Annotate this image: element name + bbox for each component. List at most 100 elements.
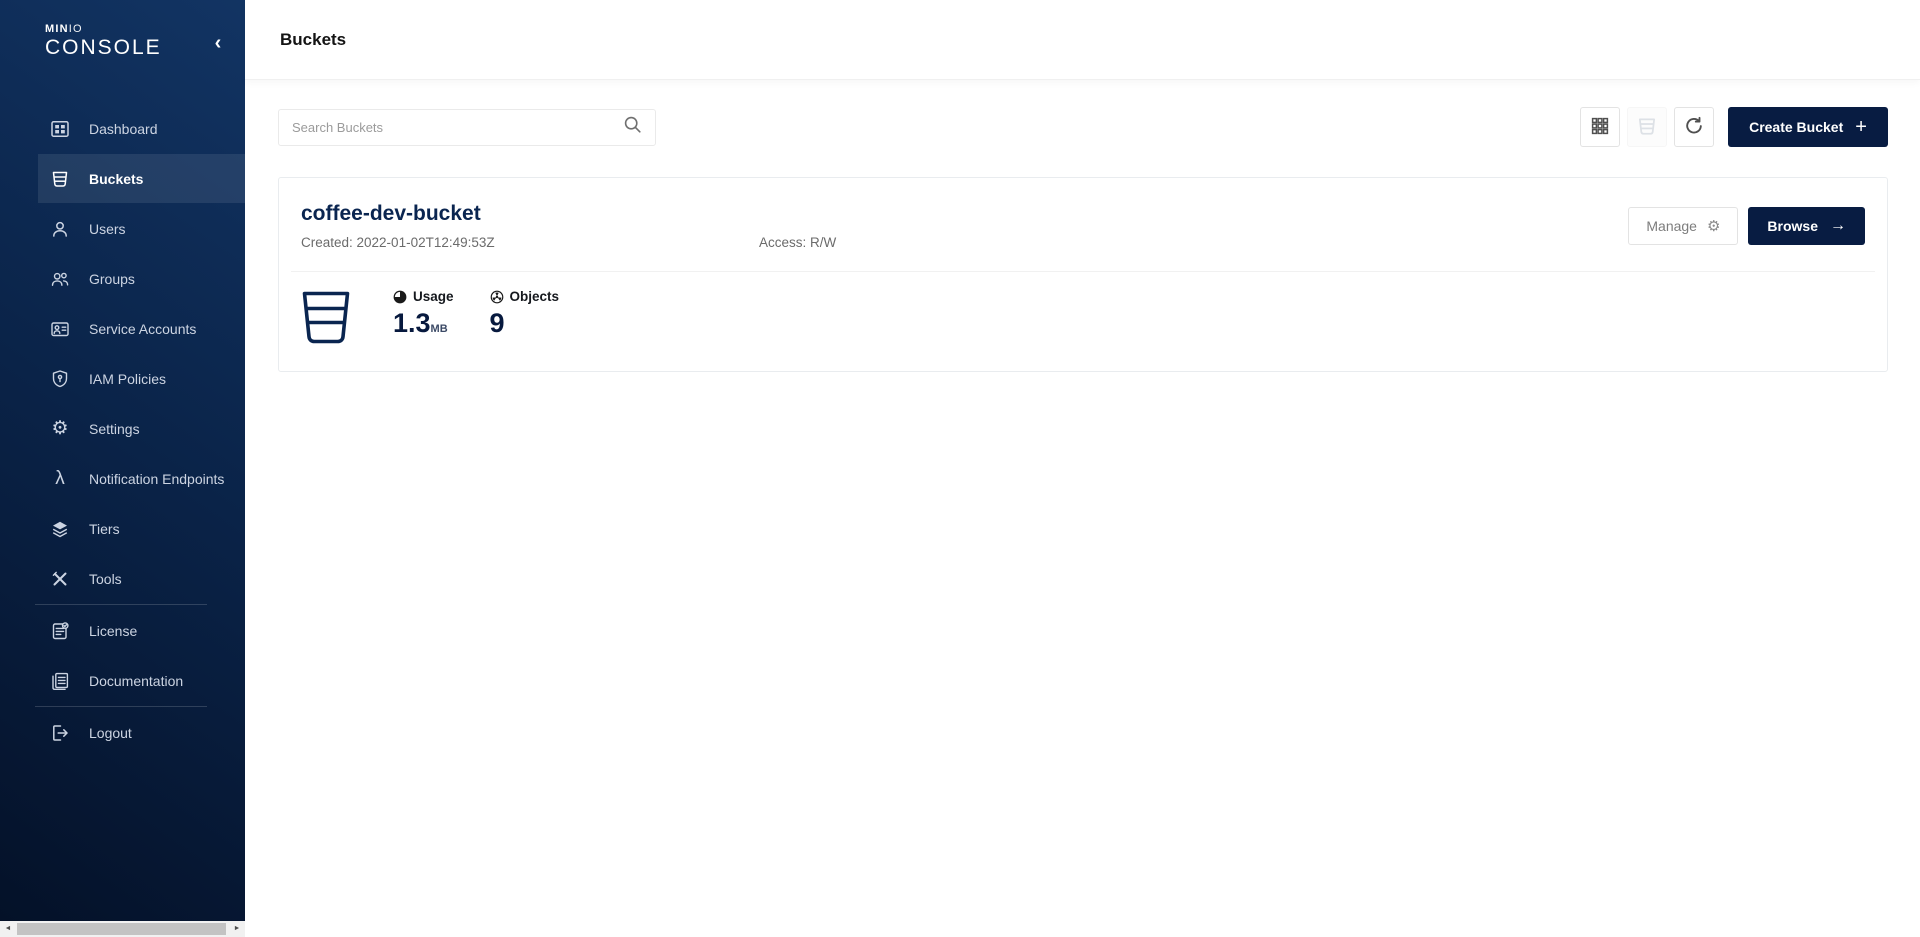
page-header: Buckets	[245, 0, 1920, 80]
manage-button[interactable]: Manage ⚙	[1628, 207, 1738, 245]
view-controls: Create Bucket +	[1580, 107, 1888, 147]
sidebar-item-label: Logout	[89, 725, 132, 741]
sidebar-item-label: Documentation	[89, 673, 183, 689]
sidebar-item-dashboard[interactable]: Dashboard	[38, 104, 245, 153]
shield-icon	[50, 369, 70, 389]
sidebar-item-label: Groups	[89, 271, 135, 287]
sidebar-item-label: Dashboard	[89, 121, 158, 137]
sidebar-item-label: Settings	[89, 421, 140, 437]
sidebar-item-documentation[interactable]: Documentation	[38, 656, 245, 705]
create-bucket-button[interactable]: Create Bucket +	[1728, 107, 1888, 147]
sidebar-item-notification-endpoints[interactable]: λ Notification Endpoints	[38, 454, 245, 503]
tools-icon	[50, 569, 70, 589]
sidebar-item-license[interactable]: License	[38, 606, 245, 655]
search-box[interactable]	[278, 109, 656, 146]
list-view-button[interactable]	[1627, 107, 1667, 147]
scroll-left-arrow-icon[interactable]: ◄	[0, 921, 16, 937]
buckets-icon	[50, 169, 70, 189]
sidebar-collapse-button[interactable]: ‹	[207, 32, 229, 54]
usage-label: Usage	[413, 289, 454, 304]
sidebar-item-label: Notification Endpoints	[89, 471, 224, 487]
book-icon	[50, 671, 70, 691]
bucket-meta: Created: 2022-01-02T12:49:53Z Access: R/…	[301, 235, 1628, 250]
sidebar: MINIO CONSOLE ‹ Dashboard	[0, 0, 245, 921]
bucket-icon	[301, 289, 351, 345]
bucket-access: Access: R/W	[759, 235, 836, 250]
grid-view-icon	[1590, 116, 1610, 139]
scrollbar-track[interactable]	[16, 921, 229, 937]
sidebar-item-label: IAM Policies	[89, 371, 166, 387]
bucket-card: coffee-dev-bucket Created: 2022-01-02T12…	[278, 177, 1888, 372]
refresh-button[interactable]	[1674, 107, 1714, 147]
scrollbar-thumb[interactable]	[17, 923, 226, 935]
plus-icon: +	[1855, 118, 1867, 136]
refresh-icon	[1683, 115, 1705, 140]
bucket-actions: Manage ⚙ Browse →	[1628, 207, 1865, 245]
search-icon	[623, 115, 642, 139]
objects-label: Objects	[510, 289, 560, 304]
chevron-left-icon: ‹	[215, 32, 222, 54]
id-card-icon	[50, 319, 70, 339]
usage-stat: Usage 1.3MB	[393, 289, 454, 344]
objects-label-row: Objects	[490, 289, 560, 304]
sidebar-item-users[interactable]: Users	[38, 204, 245, 253]
create-bucket-label: Create Bucket	[1749, 119, 1843, 135]
manage-label: Manage	[1646, 218, 1697, 234]
layers-icon	[50, 519, 70, 539]
arrow-right-icon: →	[1830, 217, 1846, 235]
gear-icon: ⚙	[1707, 219, 1720, 234]
main-area: Buckets	[245, 0, 1920, 937]
objects-stat: Objects 9	[490, 289, 560, 338]
sidebar-item-label: Service Accounts	[89, 321, 196, 337]
objects-value: 9	[490, 308, 560, 338]
bucket-card-header: coffee-dev-bucket Created: 2022-01-02T12…	[301, 202, 1865, 250]
bucket-list-view-icon	[1636, 115, 1658, 140]
search-input[interactable]	[292, 120, 623, 135]
actions-row: Create Bucket +	[278, 107, 1888, 147]
sidebar-item-label: Tiers	[89, 521, 120, 537]
license-icon	[50, 621, 70, 641]
sidebar-item-groups[interactable]: Groups	[38, 254, 245, 303]
sidebar-divider	[35, 706, 207, 707]
page-title: Buckets	[280, 30, 346, 50]
sidebar-item-label: Users	[89, 221, 126, 237]
minio-console-app: MINIO CONSOLE ‹ Dashboard	[0, 0, 1920, 937]
bucket-info: coffee-dev-bucket Created: 2022-01-02T12…	[301, 202, 1628, 250]
sidebar-item-label: Tools	[89, 571, 122, 587]
sidebar-item-iam-policies[interactable]: IAM Policies	[38, 354, 245, 403]
logout-icon	[50, 723, 70, 743]
sidebar-item-logout[interactable]: Logout	[38, 708, 245, 757]
sidebar-divider	[35, 604, 207, 605]
brand-minio-light: IO	[69, 23, 83, 35]
users-group-icon	[50, 269, 70, 289]
browse-label: Browse	[1767, 218, 1818, 234]
sidebar-item-settings[interactable]: ⚙ Settings	[38, 404, 245, 453]
buckets-content: Create Bucket + coffee-dev-bucket Create…	[245, 80, 1920, 372]
usage-number: 1.3	[393, 308, 431, 338]
bucket-name[interactable]: coffee-dev-bucket	[301, 202, 1628, 226]
sidebar-item-tools[interactable]: Tools	[38, 554, 245, 603]
user-icon	[50, 219, 70, 239]
brand-minio-bold: MIN	[45, 23, 69, 35]
dashboard-icon	[50, 119, 70, 139]
usage-label-row: Usage	[393, 289, 454, 304]
sidebar-nav: Dashboard Buckets	[0, 104, 245, 757]
lambda-icon: λ	[50, 469, 70, 489]
usage-pie-icon	[393, 290, 407, 304]
grid-view-button[interactable]	[1580, 107, 1620, 147]
usage-unit: MB	[431, 323, 448, 335]
sidebar-item-buckets[interactable]: Buckets	[38, 154, 245, 203]
sidebar-horizontal-scrollbar[interactable]: ◄ ►	[0, 921, 245, 937]
scroll-right-arrow-icon[interactable]: ►	[229, 921, 245, 937]
brand-logo: MINIO CONSOLE ‹	[0, 0, 245, 60]
usage-value: 1.3MB	[393, 308, 454, 344]
gear-icon: ⚙	[50, 419, 70, 439]
bucket-stats: Usage 1.3MB	[301, 272, 1865, 345]
sidebar-item-label: Buckets	[89, 171, 143, 187]
browse-button[interactable]: Browse →	[1748, 207, 1865, 245]
objects-trefoil-icon	[490, 290, 504, 304]
sidebar-item-service-accounts[interactable]: Service Accounts	[38, 304, 245, 353]
sidebar-item-tiers[interactable]: Tiers	[38, 504, 245, 553]
bucket-created: Created: 2022-01-02T12:49:53Z	[301, 235, 759, 250]
sidebar-item-label: License	[89, 623, 137, 639]
